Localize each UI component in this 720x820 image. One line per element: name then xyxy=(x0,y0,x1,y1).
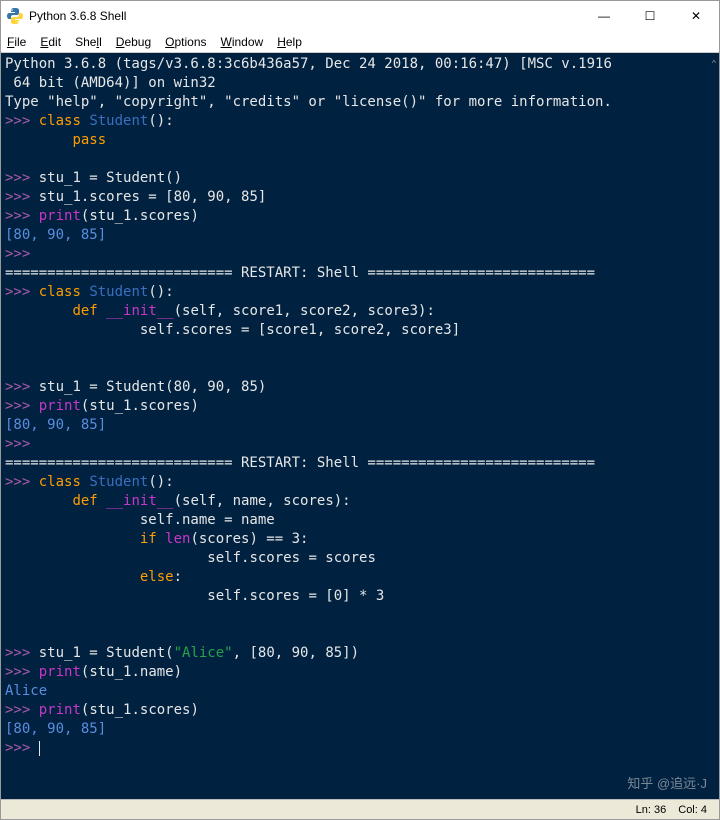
window-controls: — ☐ ✕ xyxy=(581,1,719,31)
kw-def: def xyxy=(72,493,97,509)
kw-else: else xyxy=(140,569,174,585)
terminal[interactable]: ⌃ Python 3.6.8 (tags/v3.6.8:3c6b436a57, D… xyxy=(1,53,719,799)
paren: (): xyxy=(148,284,173,300)
menu-edit[interactable]: Edit xyxy=(40,35,61,49)
menu-options[interactable]: Options xyxy=(165,35,206,49)
kw-if: if xyxy=(140,531,157,547)
output: Alice xyxy=(5,683,47,699)
paren: (): xyxy=(148,474,173,490)
scroll-indicator-icon: ⌃ xyxy=(711,55,717,74)
prompt: >>> xyxy=(5,740,30,756)
print-arg: (stu_1.scores) xyxy=(81,702,199,718)
window-title: Python 3.6.8 Shell xyxy=(29,9,581,23)
prompt: >>> xyxy=(5,284,30,300)
watermark: 知乎 @追远·J xyxy=(627,774,707,793)
blank xyxy=(5,360,13,376)
fn-print: print xyxy=(39,664,81,680)
stmt-b: , [80, 90, 85]) xyxy=(233,645,359,661)
kw-class: class xyxy=(39,113,81,129)
print-arg: (stu_1.scores) xyxy=(81,208,199,224)
maximize-button[interactable]: ☐ xyxy=(627,1,673,31)
banner-line3: Type "help", "copyright", "credits" or "… xyxy=(5,94,612,110)
menu-file[interactable]: File xyxy=(7,35,26,49)
banner-line1: Python 3.6.8 (tags/v3.6.8:3c6b436a57, De… xyxy=(5,56,612,72)
stmt-assign: stu_1 = Student(80, 90, 85) xyxy=(39,379,267,395)
kw-class: class xyxy=(39,284,81,300)
init-args: (self, score1, score2, score3): xyxy=(174,303,435,319)
fn-print: print xyxy=(39,208,81,224)
init-body: self.scores = [score1, score2, score3] xyxy=(140,322,460,338)
output: [80, 90, 85] xyxy=(5,721,106,737)
cursor xyxy=(39,741,40,756)
prompt: >>> xyxy=(5,702,30,718)
str-alice: "Alice" xyxy=(174,645,233,661)
status-line: Ln: 36 xyxy=(636,804,667,816)
menu-help[interactable]: Help xyxy=(277,35,302,49)
menu-debug[interactable]: Debug xyxy=(116,35,151,49)
prompt: >>> xyxy=(5,436,30,452)
line: self.scores = scores xyxy=(207,550,376,566)
fn-init: __init__ xyxy=(106,493,173,509)
statusbar: Ln: 36 Col: 4 xyxy=(1,799,719,819)
cond: (scores) == 3: xyxy=(190,531,308,547)
menu-shell[interactable]: Shell xyxy=(75,35,102,49)
python-icon xyxy=(7,8,23,24)
minimize-button[interactable]: — xyxy=(581,1,627,31)
kw-class: class xyxy=(39,474,81,490)
window: Python 3.6.8 Shell — ☐ ✕ File Edit Shell… xyxy=(0,0,720,820)
restart-line: =========================== RESTART: She… xyxy=(5,265,595,281)
class-name: Student xyxy=(89,284,148,300)
colon: : xyxy=(174,569,182,585)
prompt: >>> xyxy=(5,474,30,490)
restart-line: =========================== RESTART: She… xyxy=(5,455,595,471)
fn-print: print xyxy=(39,398,81,414)
menu-window[interactable]: Window xyxy=(221,35,264,49)
prompt: >>> xyxy=(5,189,30,205)
prompt: >>> xyxy=(5,379,30,395)
fn-print: print xyxy=(39,702,81,718)
menubar: File Edit Shell Debug Options Window Hel… xyxy=(1,31,719,53)
close-button[interactable]: ✕ xyxy=(673,1,719,31)
prompt: >>> xyxy=(5,664,30,680)
class-name: Student xyxy=(89,113,148,129)
init-args: (self, name, scores): xyxy=(174,493,351,509)
paren: (): xyxy=(148,113,173,129)
output: [80, 90, 85] xyxy=(5,417,106,433)
print-arg: (stu_1.name) xyxy=(81,664,182,680)
banner-line2: 64 bit (AMD64)] on win32 xyxy=(5,75,216,91)
prompt: >>> xyxy=(5,645,30,661)
print-arg: (stu_1.scores) xyxy=(81,398,199,414)
stmt-assign: stu_1 = Student() xyxy=(39,170,182,186)
prompt: >>> xyxy=(5,208,30,224)
fn-init: __init__ xyxy=(106,303,173,319)
line: self.name = name xyxy=(140,512,275,528)
titlebar[interactable]: Python 3.6.8 Shell — ☐ ✕ xyxy=(1,1,719,31)
fn-len: len xyxy=(165,531,190,547)
kw-def: def xyxy=(72,303,97,319)
line: self.scores = [0] * 3 xyxy=(207,588,384,604)
stmt-setscores: stu_1.scores = [80, 90, 85] xyxy=(39,189,267,205)
output: [80, 90, 85] xyxy=(5,227,106,243)
stmt-a: stu_1 = Student( xyxy=(39,645,174,661)
blank xyxy=(5,626,13,642)
prompt: >>> xyxy=(5,170,30,186)
class-name: Student xyxy=(89,474,148,490)
kw-pass: pass xyxy=(72,132,106,148)
status-col: Col: 4 xyxy=(678,804,707,816)
prompt: >>> xyxy=(5,246,30,262)
prompt: >>> xyxy=(5,398,30,414)
prompt: >>> xyxy=(5,113,30,129)
